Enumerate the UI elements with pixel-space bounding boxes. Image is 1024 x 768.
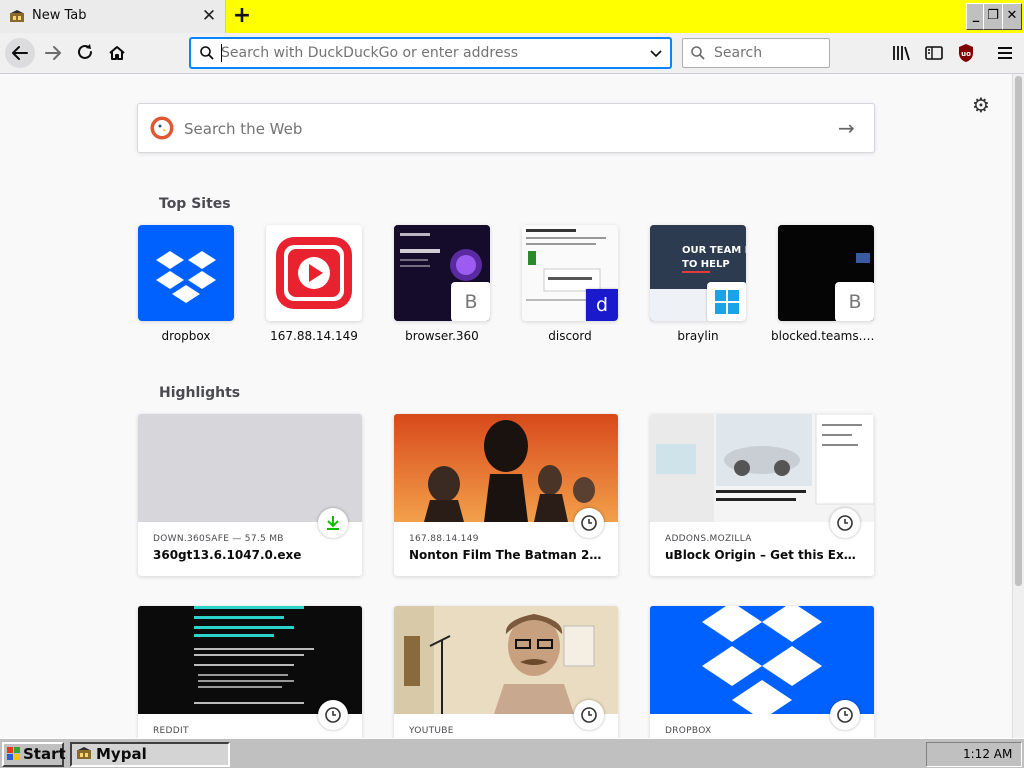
site-badge: B <box>835 282 874 321</box>
site-badge: B <box>451 282 490 321</box>
close-icon[interactable]: ✕ <box>199 6 219 26</box>
card-title: Nonton Film The Batman 2022 S... <box>409 548 603 562</box>
new-tab-page: ⚙ Search the Web → Top Sites dropbox 167… <box>0 74 1012 738</box>
top-site-label: braylin <box>677 329 719 343</box>
download-icon <box>318 508 348 538</box>
reload-button[interactable] <box>70 38 100 68</box>
library-icon[interactable] <box>890 42 912 64</box>
top-site-label: blocked.teams.cl... <box>771 329 881 343</box>
card-image <box>138 414 362 522</box>
site-badge: d <box>586 289 618 321</box>
top-site-discord[interactable]: d discord <box>522 225 618 343</box>
windows-logo-icon <box>707 282 746 321</box>
top-site-167-88-14-149[interactable]: 167.88.14.149 <box>266 225 362 343</box>
forward-icon <box>45 46 61 60</box>
url-bar[interactable]: Search with DuckDuckGo or enter address <box>190 38 671 68</box>
mypal-favicon-icon <box>10 10 24 22</box>
site-thumbnail: B <box>394 225 490 321</box>
highlight-card[interactable]: 167.88.14.149 Nonton Film The Batman 202… <box>394 414 618 576</box>
highlight-card[interactable]: REDDIT <box>138 606 362 738</box>
highlights-title: Highlights <box>159 385 241 401</box>
forward-button[interactable] <box>38 38 68 68</box>
site-thumbnail: This B <box>778 225 874 321</box>
card-image <box>138 606 362 714</box>
highlight-card[interactable]: DROPBOX <box>650 606 874 738</box>
url-input[interactable]: Search with DuckDuckGo or enter address <box>221 45 518 61</box>
history-clock-icon <box>574 508 604 538</box>
menu-icon[interactable] <box>994 42 1016 64</box>
ublock-icon[interactable]: uo <box>955 42 977 64</box>
system-clock: 1:12 AM <box>926 742 1022 767</box>
navigation-toolbar: Search with DuckDuckGo or enter address … <box>0 33 1024 74</box>
history-clock-icon <box>574 700 604 730</box>
dropbox-logo-icon <box>138 225 234 321</box>
home-button[interactable] <box>102 38 132 68</box>
new-tab-button[interactable]: + <box>230 4 254 28</box>
card-image <box>394 414 618 522</box>
arrow-right-icon[interactable]: → <box>838 117 860 139</box>
reload-icon <box>78 44 92 59</box>
window-close-button[interactable]: ✕ <box>1002 3 1022 30</box>
site-thumbnail: d <box>522 225 618 321</box>
highlight-card[interactable]: ADDONS.MOZILLA uBlock Origin – Get this … <box>650 414 874 576</box>
home-icon <box>109 46 125 60</box>
card-title: uBlock Origin – Get this Extensio... <box>665 548 859 562</box>
top-site-blocked-teams[interactable]: This B blocked.teams.cl... <box>771 225 881 343</box>
back-icon <box>12 46 28 60</box>
scrollbar[interactable] <box>1012 74 1024 738</box>
taskbar-item-mypal[interactable]: Mypal <box>70 742 230 767</box>
svg-text:uo: uo <box>961 50 971 58</box>
top-site-dropbox[interactable]: dropbox <box>138 225 234 343</box>
windows-logo-icon <box>7 747 20 760</box>
svg-text:TO HELP: TO HELP <box>682 259 730 270</box>
tab-strip: New Tab ✕ + _ ❐ ✕ <box>0 0 1024 33</box>
tab-new-tab[interactable]: New Tab ✕ <box>0 0 226 33</box>
card-title: 360gt13.6.1047.0.exe <box>153 548 302 562</box>
taskbar-item-label: Mypal <box>96 745 147 763</box>
top-site-braylin[interactable]: OUR TEAM IS H TO HELP braylin <box>650 225 746 343</box>
mypal-favicon-icon <box>77 747 91 759</box>
top-site-label: browser.360 <box>405 329 479 343</box>
history-clock-icon <box>318 700 348 730</box>
gear-icon[interactable]: ⚙ <box>970 94 992 116</box>
chevron-down-icon[interactable] <box>648 45 664 61</box>
sidebar-icon[interactable] <box>923 42 945 64</box>
search-bar[interactable]: Search <box>682 38 830 68</box>
back-button[interactable] <box>5 38 35 68</box>
history-clock-icon <box>830 508 860 538</box>
web-search-box[interactable]: Search the Web → <box>137 103 875 153</box>
web-search-input[interactable]: Search the Web <box>184 120 302 138</box>
duckduckgo-logo-icon <box>150 116 174 140</box>
card-image <box>650 414 874 522</box>
search-icon <box>200 46 214 60</box>
search-input[interactable]: Search <box>714 45 762 61</box>
site-thumbnail: OUR TEAM IS H TO HELP <box>650 225 746 321</box>
top-site-label: discord <box>548 329 592 343</box>
highlight-card[interactable]: YOUTUBE <box>394 606 618 738</box>
top-site-label: dropbox <box>161 329 211 343</box>
top-site-browser-360[interactable]: B browser.360 <box>394 225 490 343</box>
start-button[interactable]: Start <box>2 742 66 767</box>
taskbar: Start Mypal 1:12 AM <box>0 738 1024 768</box>
scrollbar-thumb[interactable] <box>1015 76 1022 586</box>
svg-text:OUR TEAM IS H: OUR TEAM IS H <box>682 245 746 256</box>
top-sites-title: Top Sites <box>159 196 231 212</box>
card-image <box>394 606 618 714</box>
start-label: Start <box>23 745 66 763</box>
top-site-label: 167.88.14.149 <box>270 329 358 343</box>
video-play-icon <box>266 225 362 321</box>
restore-button[interactable]: ❐ <box>983 3 1003 30</box>
tab-title: New Tab <box>32 8 87 23</box>
dropbox-logo-icon <box>650 606 874 714</box>
history-clock-icon <box>830 700 860 730</box>
search-icon <box>691 46 705 60</box>
highlight-card[interactable]: DOWN.360SAFE — 57.5 MB 360gt13.6.1047.0.… <box>138 414 362 576</box>
